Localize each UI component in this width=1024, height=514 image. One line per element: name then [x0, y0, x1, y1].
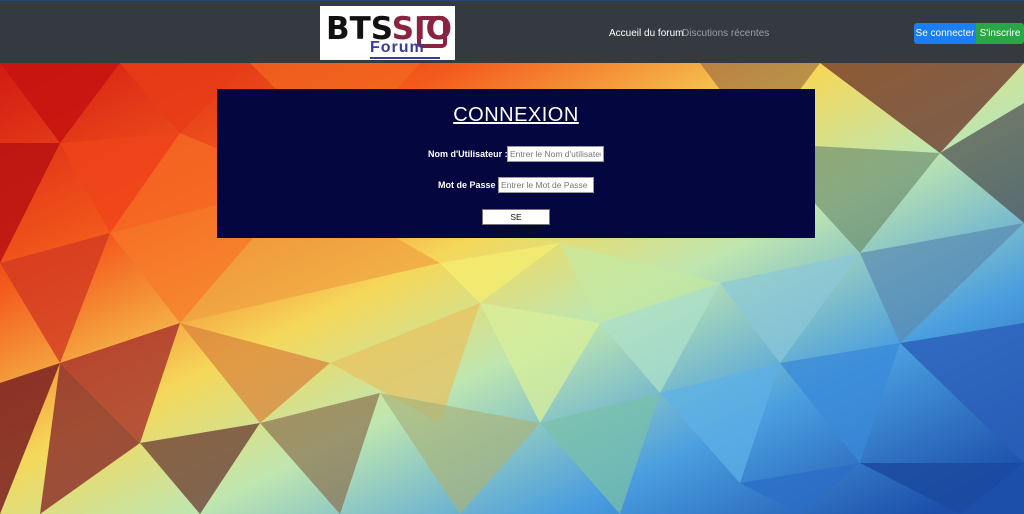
username-input[interactable] [507, 146, 604, 162]
nav-link-home[interactable]: Accueil du forum [609, 28, 683, 40]
username-label: Nom d'Utilisateur : [428, 149, 508, 159]
forum-logo[interactable]: BTSSIO Forum [320, 6, 455, 60]
navbar: BTSSIO Forum Accueil du forum Discutions… [0, 0, 1024, 63]
logo-underline [370, 57, 440, 59]
login-panel: CONNEXION Nom d'Utilisateur : Mot de Pas… [217, 89, 815, 238]
signup-button[interactable]: S'inscrire [976, 23, 1024, 44]
submit-login-button[interactable]: SE CONNECTER [482, 209, 550, 236]
password-input[interactable] [498, 177, 594, 193]
login-button[interactable]: Se connecter [914, 23, 976, 44]
password-label: Mot de Passe : [438, 180, 502, 190]
nav-link-recent[interactable]: Discutions récentes [682, 28, 769, 40]
login-title: CONNEXION [453, 104, 579, 126]
logo-text-forum: Forum [370, 39, 425, 56]
